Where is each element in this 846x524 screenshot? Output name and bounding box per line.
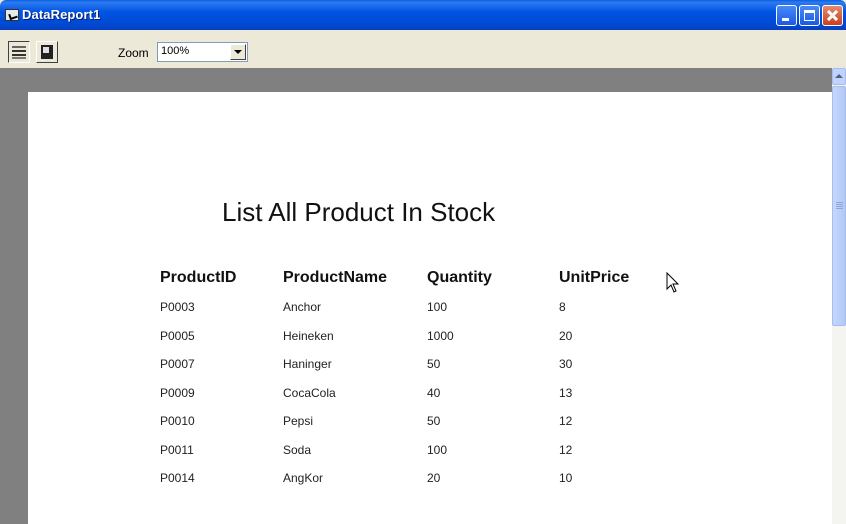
- table-cell: 1000: [427, 329, 454, 343]
- table-cell: 20: [427, 471, 441, 485]
- scroll-thumb[interactable]: [832, 86, 846, 326]
- table-cell: P0014: [160, 471, 195, 485]
- minimize-button[interactable]: [776, 5, 797, 26]
- export-button[interactable]: [36, 41, 58, 63]
- close-icon: [823, 6, 842, 25]
- table-cell: 12: [559, 414, 573, 428]
- scroll-up-button[interactable]: [832, 68, 846, 85]
- chevron-down-icon[interactable]: [230, 44, 246, 60]
- table-cell: P0003: [160, 300, 195, 314]
- export-icon: [41, 45, 53, 59]
- table-cell: 8: [559, 300, 566, 314]
- zoom-select[interactable]: 100%: [157, 42, 248, 62]
- zoom-label: Zoom: [118, 46, 149, 60]
- table-cell: 20: [559, 329, 573, 343]
- report-icon: [5, 9, 19, 21]
- grip-icon: [836, 202, 843, 210]
- table-cell: 100: [427, 443, 448, 457]
- print-button[interactable]: [8, 41, 30, 63]
- table-cell: 10: [559, 471, 573, 485]
- table-cell: AngKor: [283, 471, 324, 485]
- maximize-button[interactable]: [799, 5, 820, 26]
- table-cell: P0007: [160, 357, 195, 371]
- column-header: Quantity: [427, 269, 492, 286]
- table-cell: Anchor: [283, 300, 322, 314]
- mouse-pointer-icon: [666, 272, 680, 293]
- report-page: List All Product In Stock ProductID Produ…: [28, 92, 832, 524]
- table-cell: 40: [427, 386, 441, 400]
- table-cell: Heineken: [283, 329, 334, 343]
- table-cell: P0011: [160, 443, 194, 457]
- table-cell: Pepsi: [283, 414, 314, 428]
- table-cell: CocaCola: [283, 386, 336, 400]
- table-cell: P0009: [160, 386, 195, 400]
- table-cell: 50: [427, 357, 441, 371]
- table-cell: 50: [427, 414, 441, 428]
- close-button[interactable]: [822, 5, 843, 26]
- vertical-scrollbar[interactable]: [832, 68, 846, 524]
- table-cell: 100: [427, 300, 448, 314]
- maximize-icon: [804, 10, 815, 21]
- table-cell: 12: [559, 443, 573, 457]
- column-header: ProductID: [160, 269, 237, 286]
- print-icon: [12, 45, 26, 59]
- table-cell: P0005: [160, 329, 195, 343]
- table-cell: Soda: [283, 443, 312, 457]
- column-header: UnitPrice: [559, 269, 630, 286]
- window-title: DataReport1: [22, 7, 101, 22]
- report-viewport[interactable]: List All Product In Stock ProductID Produ…: [0, 68, 832, 524]
- table-cell: 30: [559, 357, 573, 371]
- table-cell: 13: [559, 386, 573, 400]
- window-titlebar[interactable]: DataReport1: [0, 0, 846, 30]
- table-cell: P0010: [160, 414, 195, 428]
- report-title: List All Product In Stock: [222, 197, 496, 227]
- minimize-icon: [782, 18, 789, 21]
- column-header: ProductName: [283, 269, 388, 286]
- table-cell: Haninger: [283, 357, 332, 371]
- zoom-value: 100%: [161, 45, 190, 57]
